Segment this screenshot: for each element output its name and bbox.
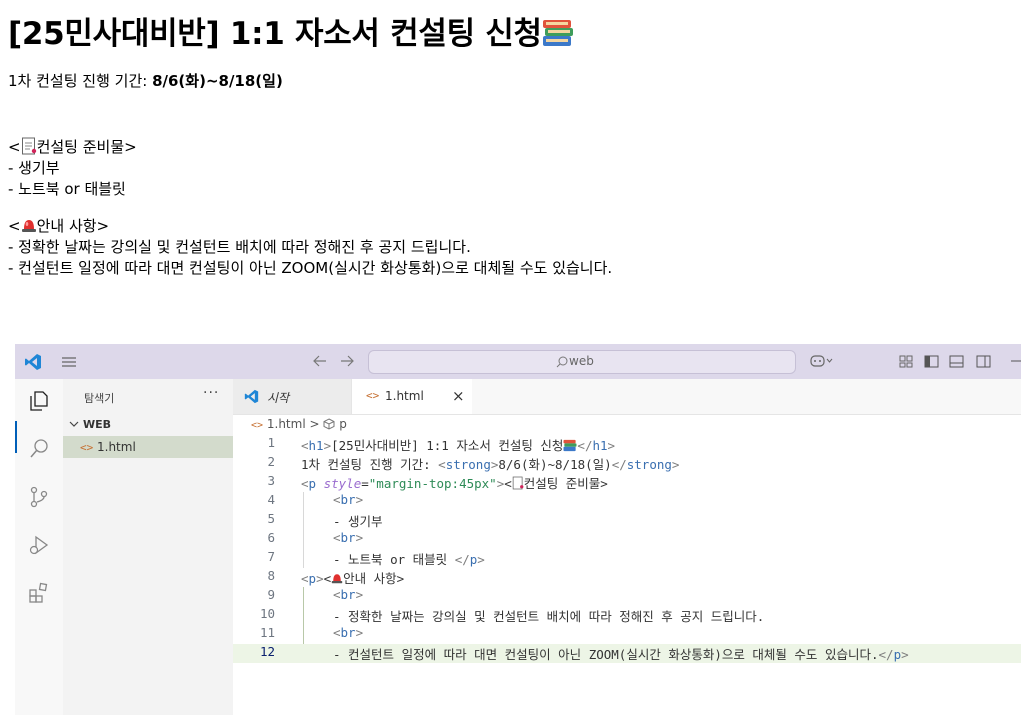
code-line: 10- 정확한 날짜는 강의실 및 컨설턴트 배치에 따라 정해진 후 공지 드… <box>259 606 765 624</box>
memo-icon <box>512 476 524 490</box>
minimize-icon[interactable] <box>1011 360 1021 362</box>
source-control-icon[interactable] <box>27 485 51 509</box>
code-line: 2 1차 컨설팅 진행 기간: <strong>8/6(화)~8/18(일)</s… <box>267 454 680 472</box>
tab-bar: 시작 <> 1.html × <box>233 379 1021 415</box>
notice-item: - 정확한 날짜는 강의실 및 컨설턴트 배치에 따라 정해진 후 공지 드립니… <box>8 238 471 256</box>
code-line: 4 <br> <box>267 492 364 507</box>
memo-icon <box>21 137 36 155</box>
folder-web[interactable]: WEB <box>63 414 233 434</box>
html-file-icon: <> <box>251 420 264 431</box>
period-label: 1차 컨설팅 진행 기간: <box>8 72 153 90</box>
vscode-logo-icon <box>25 354 41 370</box>
code-line: 3 <p style="margin-top:45px">< 컨설팅 준비물> <box>267 473 608 491</box>
search-placeholder: web <box>569 354 594 368</box>
file-name: 1.html <box>97 440 136 454</box>
prep-title: 컨설팅 준비물> <box>36 138 137 156</box>
prep-item: - 노트북 or 태블릿 <box>8 180 126 198</box>
extensions-icon[interactable] <box>27 581 51 605</box>
breadcrumb: <> 1.html > p <box>251 417 347 431</box>
breadcrumb-separator: > <box>309 417 320 431</box>
code-line: 8 <p>< 안내 사항> <box>267 568 405 586</box>
explorer-title: 탐색기 <box>84 392 115 405</box>
notice-title: 안내 사항> <box>36 217 110 235</box>
siren-icon <box>331 574 343 584</box>
file-item-1html[interactable]: <> 1.html <box>63 436 233 458</box>
explorer-panel: 탐색기 ··· WEB <> 1.html <box>63 379 234 715</box>
code-line: 9 <br> <box>267 587 364 602</box>
notice-heading: < 안내 사항> <box>8 217 110 235</box>
explorer-icon[interactable] <box>27 389 51 413</box>
prep-item: - 생기부 <box>8 159 60 177</box>
more-actions-icon[interactable]: ··· <box>203 385 219 401</box>
copilot-icon[interactable] <box>810 354 834 368</box>
command-search-input[interactable]: web <box>368 350 796 374</box>
element-cube-icon <box>323 418 335 430</box>
code-line: 6 <br> <box>267 530 364 545</box>
active-indicator <box>15 421 17 453</box>
books-icon <box>563 439 577 452</box>
toggle-secondary-sidebar-icon[interactable] <box>976 355 991 368</box>
search-icon <box>556 356 568 368</box>
folder-name: WEB <box>83 418 112 431</box>
tab-1html[interactable]: <> 1.html × <box>352 379 472 414</box>
code-line-current: 12- 컨설턴트 일정에 따라 대면 컨설팅이 아닌 ZOOM(실시간 화상통화… <box>233 644 1021 663</box>
close-tab-icon[interactable]: × <box>452 387 465 405</box>
menu-icon[interactable] <box>61 356 77 368</box>
page-title: [25민사대비반] 1:1 자소서 컨설팅 신청 <box>8 8 574 53</box>
books-icon <box>542 20 573 46</box>
toggle-sidebar-icon[interactable] <box>924 355 939 368</box>
search-view-icon[interactable] <box>27 437 51 461</box>
period-value: 8/6(화)~8/18(일) <box>152 72 283 90</box>
activity-bar <box>15 379 64 715</box>
chevron-down-icon <box>69 421 79 427</box>
code-line: 7- 노트북 or 태블릿 </p> <box>267 549 485 567</box>
code-line: 1 <h1>[25민사대비반] 1:1 자소서 컨설팅 신청 </h1> <box>267 435 616 453</box>
period-line: 1차 컨설팅 진행 기간: 8/6(화)~8/18(일) <box>8 70 283 91</box>
tab-label: 1.html <box>385 389 424 403</box>
tab-welcome[interactable]: 시작 <box>233 379 352 414</box>
toggle-panel-icon[interactable] <box>949 355 964 368</box>
tab-label: 시작 <box>267 391 290 405</box>
title-bar: web <box>15 344 1021 379</box>
forward-arrow-icon[interactable] <box>340 355 354 367</box>
code-line: 11 <br> <box>259 625 364 640</box>
prep-heading: < 컨설팅 준비물> <box>8 137 137 156</box>
vscode-logo-icon <box>244 389 259 404</box>
siren-icon <box>21 220 36 232</box>
editor-area: 시작 <> 1.html × <> 1.html > p 1 <h1>[25민사대… <box>233 379 1021 715</box>
vscode-window: web 탐색기 ··· WEB <> 1.html 시작 <> 1.html ×… <box>15 344 1021 715</box>
html-file-icon: <> <box>366 389 380 402</box>
code-line: 5- 생기부 <box>267 511 383 529</box>
breadcrumb-file[interactable]: 1.html <box>267 417 306 431</box>
customize-layout-icon[interactable] <box>899 355 913 368</box>
breadcrumb-element[interactable]: p <box>339 417 347 431</box>
run-debug-icon[interactable] <box>27 533 51 557</box>
html-file-icon: <> <box>80 441 94 454</box>
back-arrow-icon[interactable] <box>313 355 327 367</box>
notice-item: - 컨설턴트 일정에 따라 대면 컨설팅이 아닌 ZOOM(실시간 화상통화)으… <box>8 259 613 277</box>
